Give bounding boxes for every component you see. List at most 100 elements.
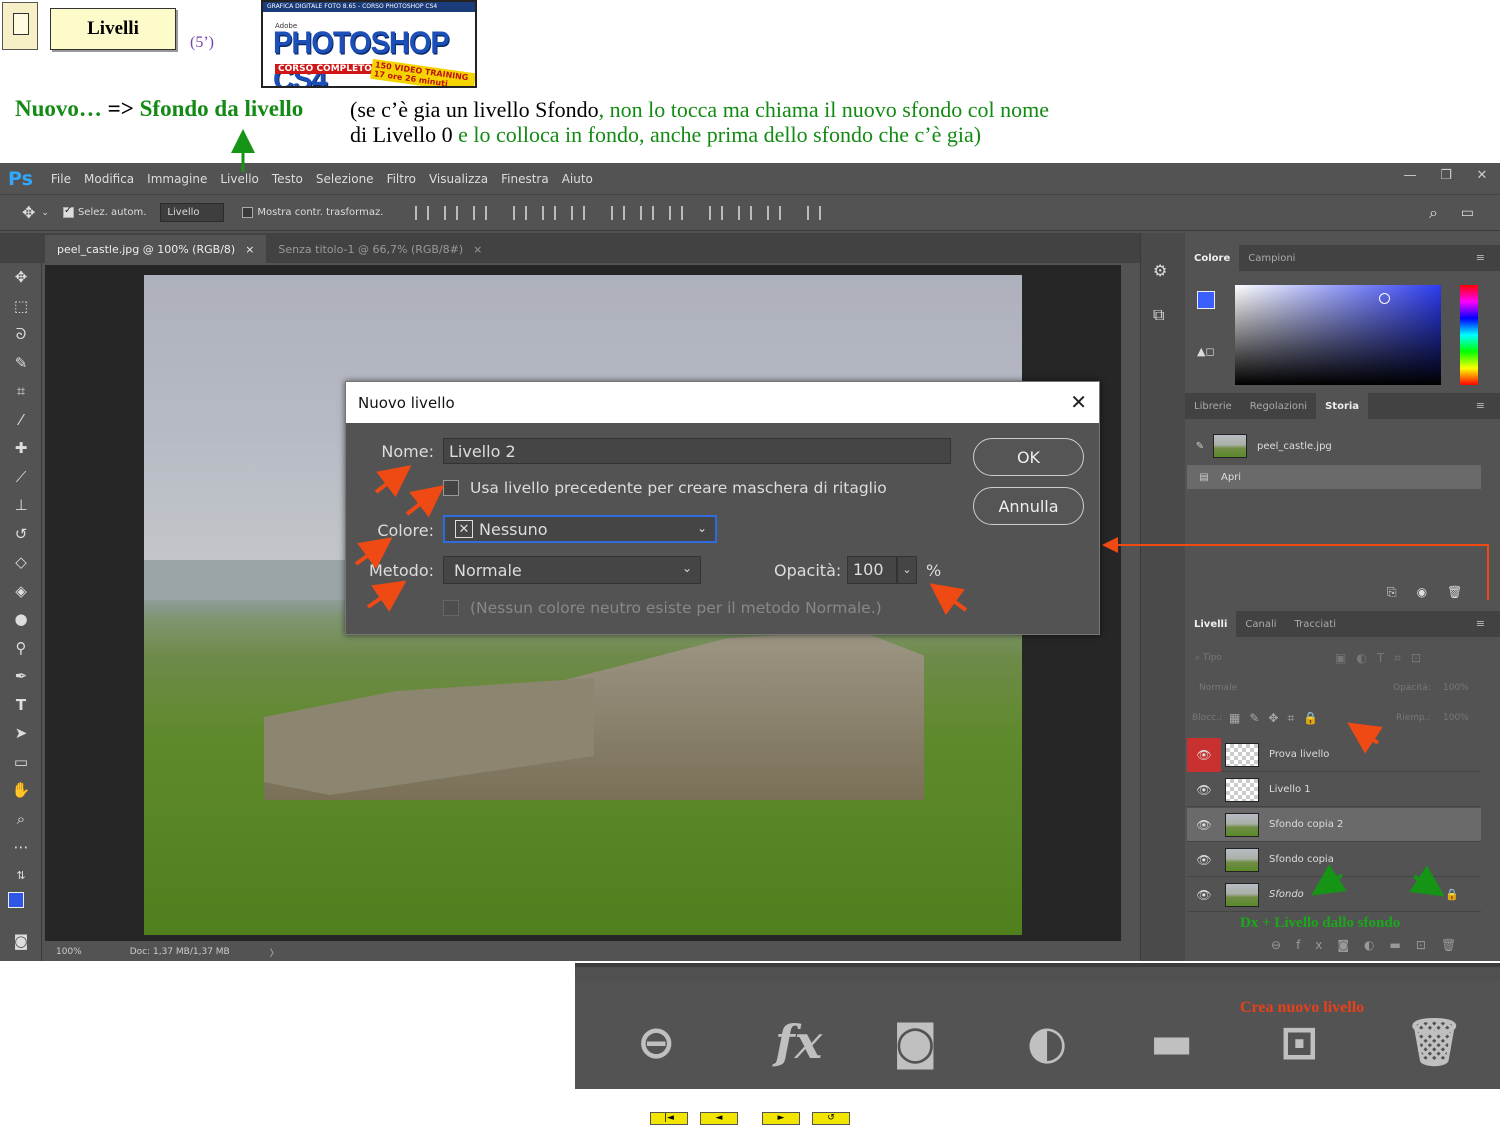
menu-immagine[interactable]: Immagine xyxy=(147,172,207,186)
path-select-icon[interactable]: ➤ xyxy=(0,719,42,748)
fx-icon[interactable]: fx xyxy=(1296,938,1337,952)
new-layer-icon[interactable]: ⊡ xyxy=(1416,938,1441,952)
distribute-vcenter-icon[interactable] xyxy=(640,205,655,220)
history-item[interactable]: ▤ Apri xyxy=(1187,465,1481,489)
layer-row[interactable]: 👁 Sfondo 🔒 xyxy=(1187,878,1481,912)
distribute-bottom-icon[interactable] xyxy=(669,205,684,220)
menu-modifica[interactable]: Modifica xyxy=(84,172,134,186)
filter-pixel-icon[interactable]: ▣ xyxy=(1335,651,1356,665)
layer-row[interactable]: 👁 Prova livello xyxy=(1187,737,1481,772)
mask-icon[interactable]: ◙ xyxy=(893,1015,938,1069)
layer-row-selected[interactable]: 👁 Sfondo copia 2 xyxy=(1187,808,1481,842)
menu-selezione[interactable]: Selezione xyxy=(316,172,374,186)
zoom-icon[interactable]: ⌕ xyxy=(0,805,42,834)
tab-regolazioni[interactable]: Regolazioni xyxy=(1241,393,1316,419)
close-window-icon[interactable]: ✕ xyxy=(1464,163,1500,187)
link-layers-icon[interactable]: ⊖ xyxy=(1271,938,1296,952)
menu-finestra[interactable]: Finestra xyxy=(501,172,549,186)
align-hcenter-icon[interactable] xyxy=(542,205,557,220)
lock-artboard-icon[interactable]: ⌗ xyxy=(1287,711,1303,725)
minimize-icon[interactable]: — xyxy=(1392,163,1428,187)
tab-storia[interactable]: Storia xyxy=(1316,393,1369,419)
stamp-icon[interactable]: ⊥ xyxy=(0,491,42,520)
fx-icon[interactable]: fx xyxy=(775,1015,822,1069)
pen-icon[interactable]: ✒ xyxy=(0,662,42,691)
tab-close-icon[interactable]: × xyxy=(473,243,482,256)
neutral-color-checkbox[interactable] xyxy=(443,600,459,616)
foreground-swatch[interactable] xyxy=(8,892,24,908)
auto-align-icon[interactable] xyxy=(807,205,822,220)
color-foreground[interactable] xyxy=(1197,291,1215,309)
blend-mode-select[interactable]: Normale xyxy=(1199,683,1237,693)
paint-bucket-icon[interactable]: ◈ xyxy=(0,577,42,606)
crop-icon[interactable]: ⌗ xyxy=(0,377,42,406)
tab-close-icon[interactable]: × xyxy=(245,243,254,256)
visibility-eye-icon[interactable]: 👁 xyxy=(1187,808,1221,842)
layer-row[interactable]: 👁 Sfondo copia xyxy=(1187,843,1481,877)
adjust-panel-icon[interactable]: ⧉ xyxy=(1153,305,1164,325)
eyedropper-icon[interactable]: ⁄ xyxy=(0,406,42,435)
layer-lock-icon[interactable]: 🔒 xyxy=(1445,888,1459,901)
opacity-chevron-icon[interactable]: ⌄ xyxy=(897,556,917,584)
hue-slider[interactable] xyxy=(1460,285,1478,385)
tab-colore[interactable]: Colore xyxy=(1185,245,1240,271)
visibility-eye-icon[interactable]: 👁 xyxy=(1187,737,1221,772)
layer-name-input[interactable] xyxy=(443,438,951,464)
color-select[interactable]: ✕ Nessuno ⌄ xyxy=(443,515,717,543)
filter-smart-icon[interactable]: ⊡ xyxy=(1411,651,1431,665)
menu-file[interactable]: File xyxy=(51,172,71,186)
opacity-input[interactable]: 100 xyxy=(847,556,897,584)
visibility-eye-icon[interactable]: 👁 xyxy=(1187,773,1221,807)
layer-filter-input[interactable]: ⌕ Tipo xyxy=(1195,653,1222,663)
distribute-top-icon[interactable] xyxy=(611,205,626,220)
filter-adjust-icon[interactable]: ◐ xyxy=(1356,651,1376,665)
menu-livello[interactable]: Livello xyxy=(220,172,259,186)
nav-return-button[interactable]: ↺ xyxy=(812,1112,850,1125)
mask-icon[interactable]: ◙ xyxy=(1337,938,1364,952)
layer-opacity-value[interactable]: 100% xyxy=(1443,683,1469,693)
shape-icon[interactable]: ▭ xyxy=(0,748,42,777)
healing-brush-icon[interactable]: ✚ xyxy=(0,434,42,463)
dodge-icon[interactable]: ⚲ xyxy=(0,634,42,663)
tab-livelli[interactable]: Livelli xyxy=(1185,611,1237,637)
swap-colors-icon[interactable]: ⇅ xyxy=(0,862,42,891)
hand-icon[interactable]: ✋ xyxy=(0,776,42,805)
color-field[interactable] xyxy=(1235,285,1441,385)
quick-mask-icon[interactable]: ◙ xyxy=(0,927,42,956)
menu-filtro[interactable]: Filtro xyxy=(387,172,416,186)
tool-preset-chevron-icon[interactable]: ⌄ xyxy=(41,208,49,218)
eraser-icon[interactable]: ◇ xyxy=(0,548,42,577)
group-folder-icon[interactable]: ▬ xyxy=(1390,938,1416,952)
foreground-background-swatch[interactable] xyxy=(0,890,42,919)
lock-transparency-icon[interactable]: ▦ xyxy=(1229,711,1249,725)
history-brush-icon[interactable]: ↺ xyxy=(0,520,42,549)
status-menu-icon[interactable]: 〉 xyxy=(270,946,279,959)
clipping-mask-checkbox[interactable] xyxy=(443,480,459,496)
panel-menu-icon[interactable]: ≡ xyxy=(1467,251,1494,264)
new-layer-icon[interactable]: ⊡ xyxy=(1280,1015,1319,1069)
marquee-icon[interactable]: ⬚ xyxy=(0,292,42,321)
lasso-icon[interactable]: ᘐ xyxy=(0,320,42,349)
color-picker-cursor[interactable] xyxy=(1379,293,1390,304)
visibility-eye-icon[interactable]: 👁 xyxy=(1187,878,1221,912)
menu-testo[interactable]: Testo xyxy=(272,172,303,186)
filter-shape-icon[interactable]: ⌗ xyxy=(1394,651,1411,665)
adjustment-icon[interactable]: ◐ xyxy=(1027,1015,1067,1069)
lock-all-icon[interactable]: 🔒 xyxy=(1303,711,1327,725)
nav-prev-button[interactable]: ◄ xyxy=(700,1112,738,1125)
panel-menu-icon[interactable]: ≡ xyxy=(1467,617,1494,630)
align-vcenter-icon[interactable] xyxy=(444,205,459,220)
panel-menu-icon[interactable]: ≡ xyxy=(1467,399,1494,412)
menu-visualizza[interactable]: Visualizza xyxy=(429,172,488,186)
properties-icon[interactable]: ⚙ xyxy=(1153,261,1167,280)
nav-first-button[interactable]: |◄ xyxy=(650,1112,688,1125)
history-brush-source-icon[interactable]: ✎ xyxy=(1187,441,1213,452)
auto-select-target-select[interactable]: Livello xyxy=(160,203,225,222)
brush-icon[interactable]: ⟋ xyxy=(0,463,42,492)
document-icon[interactable] xyxy=(2,2,38,50)
delete-layer-icon[interactable]: 🗑 xyxy=(1405,1015,1463,1070)
nav-next-button[interactable]: ► xyxy=(762,1112,800,1125)
align-left-icon[interactable] xyxy=(513,205,528,220)
new-document-icon[interactable]: ⎘ xyxy=(1387,585,1417,599)
adjustment-icon[interactable]: ◐ xyxy=(1364,938,1389,952)
